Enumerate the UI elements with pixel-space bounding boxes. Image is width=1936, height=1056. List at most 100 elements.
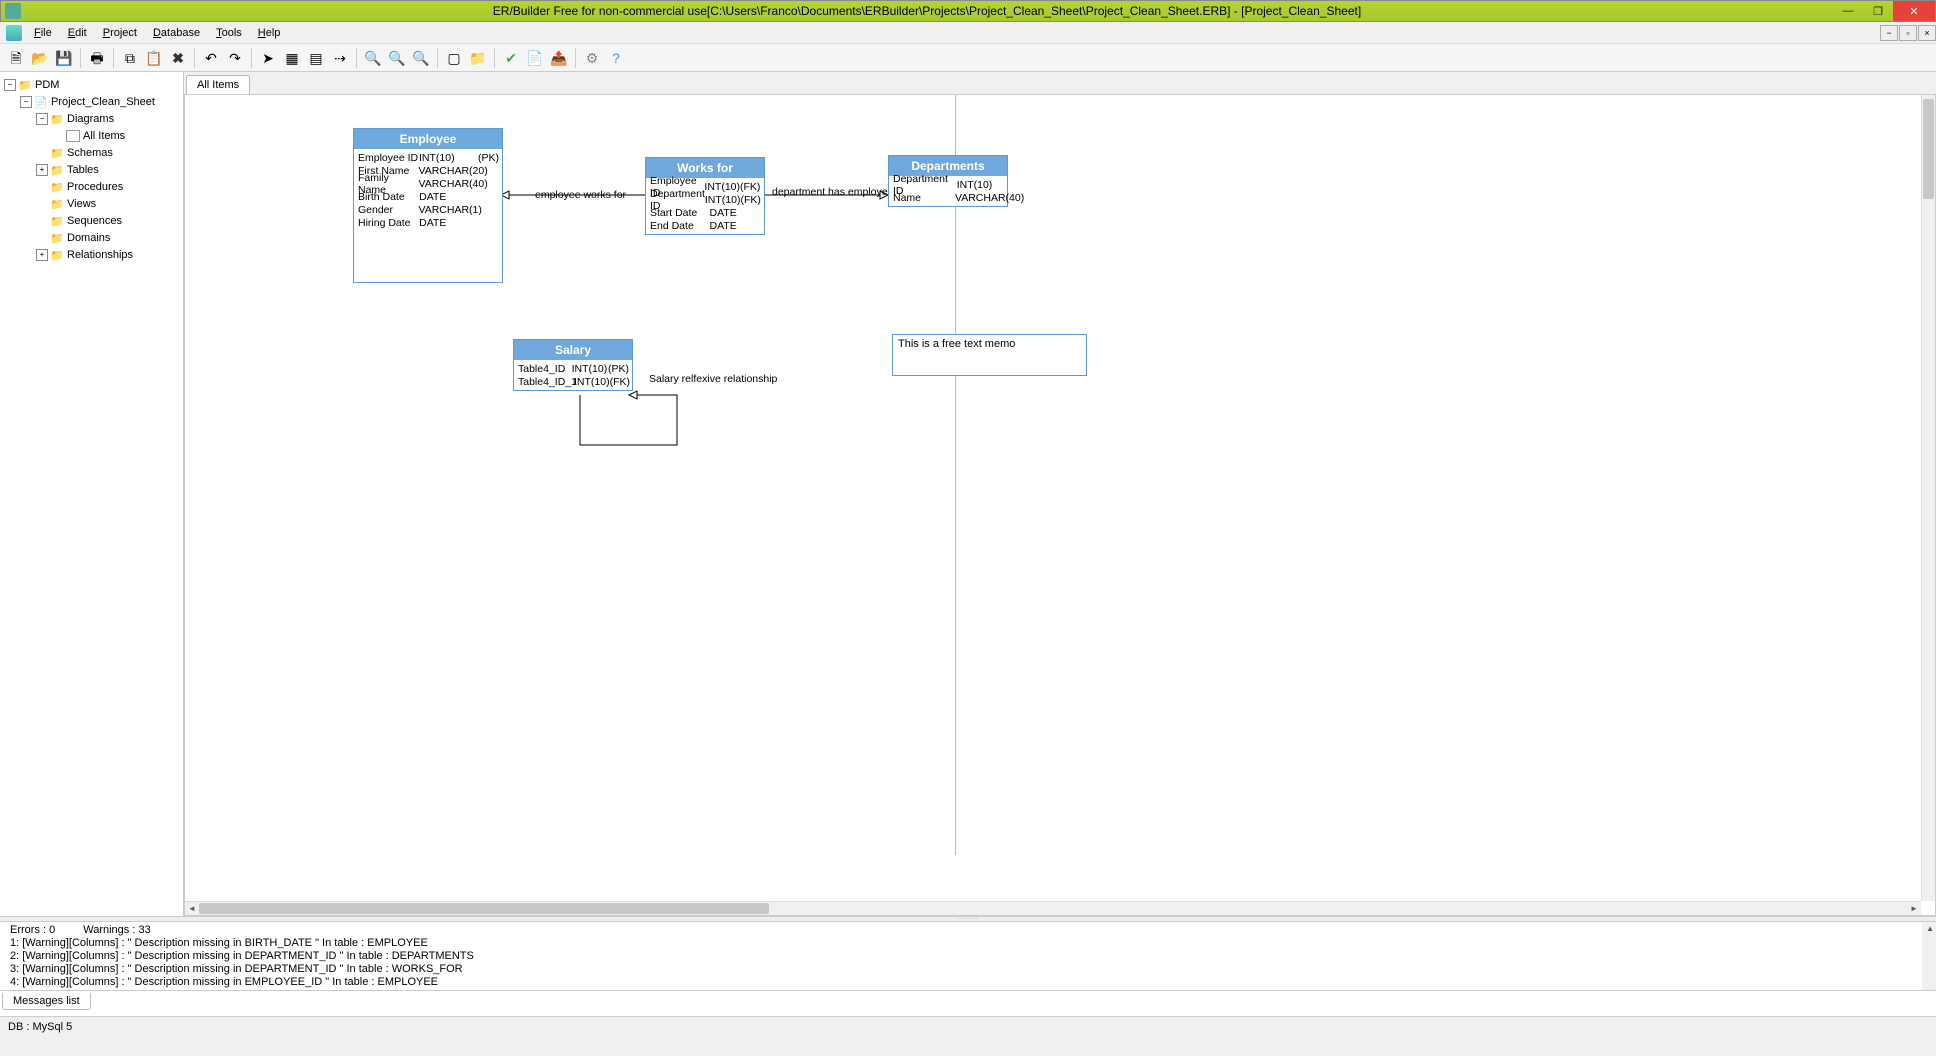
tab-messages-list[interactable]: Messages list — [2, 993, 91, 1010]
window-icon: ▢ — [447, 51, 460, 65]
tree-root[interactable]: −PDM — [2, 76, 181, 93]
message-line[interactable]: 2: [Warning][Columns] : " Description mi… — [10, 950, 1926, 963]
copy-button[interactable]: ⧉ — [119, 47, 141, 69]
folder-icon — [50, 215, 64, 227]
pointer-button[interactable]: ➤ — [257, 47, 279, 69]
tree-procedures[interactable]: Procedures — [2, 178, 181, 195]
settings-button[interactable]: ⚙ — [581, 47, 603, 69]
relation-label-salary-self[interactable]: Salary relfexive relationship — [649, 373, 777, 385]
redo-button[interactable]: ↷ — [224, 47, 246, 69]
help-icon: ? — [612, 51, 620, 65]
entity-employee[interactable]: Employee Employee IDINT(10)(PK)First Nam… — [353, 128, 503, 283]
message-line[interactable]: 1: [Warning][Columns] : " Description mi… — [10, 937, 1926, 950]
memo-box[interactable]: This is a free text memo — [892, 334, 1087, 376]
scroll-thumb[interactable] — [199, 903, 769, 914]
expand-icon[interactable]: + — [36, 249, 48, 261]
scroll-left-icon[interactable]: ◄ — [185, 902, 199, 915]
script-button[interactable]: 📄 — [524, 47, 546, 69]
check-button[interactable]: ✔ — [500, 47, 522, 69]
column-type: INT(10) — [705, 194, 741, 206]
vertical-scrollbar[interactable] — [1921, 95, 1935, 901]
new-button[interactable]: 🗎 — [5, 47, 27, 69]
relation-label-emp-works[interactable]: employee works for — [535, 189, 626, 201]
paste-button[interactable]: 📋 — [143, 47, 165, 69]
open-button[interactable]: 📂 — [29, 47, 51, 69]
export-button[interactable]: 📤 — [548, 47, 570, 69]
entity-header: Salary — [514, 340, 632, 360]
zoom-fit-button[interactable]: 🔍 — [410, 47, 432, 69]
minimize-button[interactable]: — — [1833, 1, 1863, 21]
undo-button[interactable]: ↶ — [200, 47, 222, 69]
export-icon: 📤 — [550, 51, 567, 65]
scroll-right-icon[interactable]: ► — [1907, 902, 1921, 915]
tree-schemas[interactable]: Schemas — [2, 144, 181, 161]
menu-project[interactable]: Project — [95, 24, 145, 42]
mdi-restore-button[interactable]: ▫ — [1899, 25, 1917, 41]
redo-icon: ↷ — [229, 51, 241, 65]
collapse-icon[interactable]: − — [20, 96, 32, 108]
tree-sequences[interactable]: Sequences — [2, 212, 181, 229]
folder-icon — [50, 113, 64, 125]
message-line[interactable]: 3: [Warning][Columns] : " Description mi… — [10, 963, 1926, 976]
tree-tables[interactable]: +Tables — [2, 161, 181, 178]
delete-button[interactable]: ✖ — [167, 47, 189, 69]
tree-diagrams[interactable]: −Diagrams — [2, 110, 181, 127]
menu-file[interactable]: File — [26, 24, 60, 42]
folder-button[interactable]: 📁 — [467, 47, 489, 69]
tab-all-items[interactable]: All Items — [186, 75, 250, 94]
tree-relationships[interactable]: +Relationships — [2, 246, 181, 263]
tree-domains[interactable]: Domains — [2, 229, 181, 246]
entity-departments[interactable]: Departments Department IDINT(10)NameVARC… — [888, 155, 1008, 207]
menu-help[interactable]: Help — [250, 24, 289, 42]
relation-label-dept-emp[interactable]: department has employees — [772, 186, 899, 198]
entity-salary[interactable]: Salary Table4_IDINT(10)(PK)Table4_ID_1IN… — [513, 339, 633, 391]
mdi-minimize-button[interactable]: − — [1880, 25, 1898, 41]
column-name: Table4_ID — [518, 363, 572, 375]
message-line[interactable]: 4: [Warning][Columns] : " Description mi… — [10, 976, 1926, 989]
relation-button[interactable]: ⇢ — [329, 47, 351, 69]
diagram-canvas[interactable]: employee works for department has employ… — [185, 95, 1921, 901]
entity-column-row: NameVARCHAR(40) — [893, 191, 1003, 204]
tree-views[interactable]: Views — [2, 195, 181, 212]
messages-scrollbar[interactable]: ▲ — [1922, 922, 1936, 990]
menu-app-icon — [6, 25, 22, 41]
folder-icon — [50, 232, 64, 244]
save-button[interactable]: 💾 — [53, 47, 75, 69]
print-button[interactable]: 🖶 — [86, 47, 108, 69]
entity-works-for[interactable]: Works for Employee IDINT(10)(FK)Departme… — [645, 157, 765, 235]
tree-project[interactable]: −Project_Clean_Sheet — [2, 93, 181, 110]
mdi-close-button[interactable]: × — [1918, 25, 1936, 41]
entity-column-row: Birth DateDATE — [358, 190, 498, 203]
maximize-button[interactable]: ❐ — [1863, 1, 1893, 21]
message-line[interactable]: 5: [Warning][Columns] : " Description mi… — [10, 989, 1926, 990]
close-button[interactable]: ✕ — [1893, 1, 1935, 21]
help-button[interactable]: ? — [605, 47, 627, 69]
window-button[interactable]: ▢ — [443, 47, 465, 69]
entity-body: Employee IDINT(10)(PK)First NameVARCHAR(… — [354, 149, 502, 231]
titlebar[interactable]: ER/Builder Free for non-commercial use[C… — [0, 0, 1936, 22]
entity-column-row: Employee IDINT(10)(PK) — [358, 151, 498, 164]
diagram-icon — [66, 130, 80, 142]
entity-column-row: Hiring DateDATE — [358, 216, 498, 229]
note-button[interactable]: ▤ — [305, 47, 327, 69]
entity-column-row: Start DateDATE — [650, 206, 760, 219]
tree-all-items[interactable]: All Items — [2, 127, 181, 144]
menu-tools[interactable]: Tools — [208, 24, 250, 42]
horizontal-scrollbar[interactable]: ◄ ► — [185, 901, 1921, 915]
column-type: VARCHAR(40) — [418, 178, 478, 190]
menu-database[interactable]: Database — [145, 24, 208, 42]
table-button[interactable]: ▦ — [281, 47, 303, 69]
zoom-out-button[interactable]: 🔍 — [386, 47, 408, 69]
column-name: End Date — [650, 220, 710, 232]
scroll-up-icon[interactable]: ▲ — [1926, 924, 1934, 933]
project-tree[interactable]: −PDM −Project_Clean_Sheet −Diagrams All … — [0, 72, 184, 916]
status-db: DB : MySql 5 — [8, 1021, 72, 1033]
menu-edit[interactable]: Edit — [60, 24, 95, 42]
collapse-icon[interactable]: − — [4, 79, 16, 91]
paste-icon: 📋 — [145, 51, 162, 65]
gear-icon: ⚙ — [586, 51, 599, 65]
collapse-icon[interactable]: − — [36, 113, 48, 125]
scroll-thumb[interactable] — [1923, 99, 1934, 199]
expand-icon[interactable]: + — [36, 164, 48, 176]
zoom-in-button[interactable]: 🔍 — [362, 47, 384, 69]
